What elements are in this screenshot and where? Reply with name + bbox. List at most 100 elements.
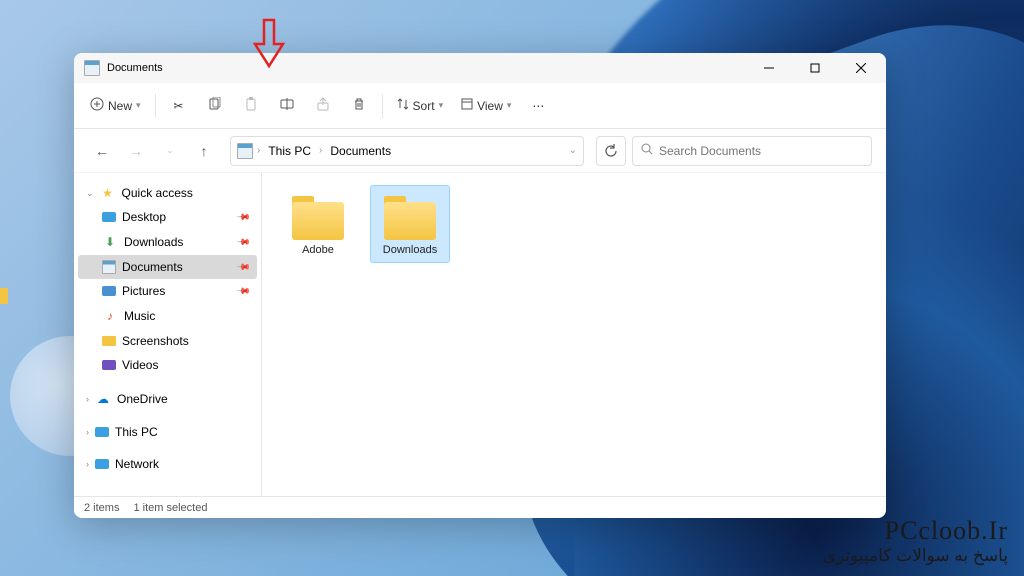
watermark-tagline: پاسخ به سوالات کامپیوتری xyxy=(823,546,1008,566)
folder-item[interactable]: Adobe xyxy=(278,185,358,263)
view-icon xyxy=(461,98,473,113)
navbar: ← → ⌄ ↑ › This PC › Documents ⌄ xyxy=(74,129,886,173)
cut-button[interactable]: ✂ xyxy=(162,90,196,122)
more-button[interactable]: ⋯ xyxy=(521,90,555,122)
delete-button[interactable] xyxy=(342,90,376,122)
plus-icon xyxy=(90,97,104,114)
sort-icon xyxy=(397,98,409,113)
search-input[interactable] xyxy=(659,144,863,158)
sidebar-label: Music xyxy=(124,309,155,323)
document-icon xyxy=(102,260,116,274)
sidebar-label: Documents xyxy=(122,260,183,274)
paste-button xyxy=(234,90,268,122)
desktop-icon xyxy=(102,212,116,222)
view-label: View xyxy=(477,99,503,113)
sidebar-item-desktop[interactable]: Desktop 📌 xyxy=(78,205,257,229)
sort-label: Sort xyxy=(413,99,435,113)
sidebar-item-documents[interactable]: Documents 📌 xyxy=(78,255,257,279)
onedrive-label: OneDrive xyxy=(117,392,168,406)
folder-icon xyxy=(382,192,438,240)
chevron-right-icon: › xyxy=(86,459,89,469)
content-pane[interactable]: Adobe Downloads xyxy=(262,173,886,496)
computer-icon xyxy=(95,427,109,437)
taskbar-hint-icon xyxy=(0,288,8,304)
sidebar-item-downloads[interactable]: ⬇ Downloads 📌 xyxy=(78,229,257,255)
chevron-right-icon: › xyxy=(86,427,89,437)
new-label: New xyxy=(108,99,132,113)
titlebar: Documents xyxy=(74,53,886,83)
music-icon: ♪ xyxy=(102,308,118,324)
quick-access-label: Quick access xyxy=(122,186,193,200)
pin-icon: 📌 xyxy=(236,283,252,299)
chevron-down-icon[interactable]: ⌄ xyxy=(569,145,577,156)
folder-item[interactable]: Downloads xyxy=(370,185,450,263)
watermark: PCcloob.Ir پاسخ به سوالات کامپیوتری xyxy=(823,516,1008,566)
share-button xyxy=(306,90,340,122)
search-box[interactable] xyxy=(632,136,872,166)
network-icon xyxy=(95,459,109,469)
up-button[interactable]: ↑ xyxy=(190,137,218,165)
sidebar-quick-access[interactable]: ⌄ ★ Quick access xyxy=(78,181,257,205)
copy-button[interactable] xyxy=(198,90,232,122)
sidebar-item-pictures[interactable]: Pictures 📌 xyxy=(78,279,257,303)
forward-button: → xyxy=(122,137,150,165)
breadcrumb-documents[interactable]: Documents xyxy=(326,142,395,160)
sidebar-item-screenshots[interactable]: Screenshots xyxy=(78,329,257,353)
chevron-right-icon: › xyxy=(257,145,260,156)
pin-icon: 📌 xyxy=(236,209,252,225)
star-icon: ★ xyxy=(100,185,116,201)
copy-icon xyxy=(208,97,222,114)
chevron-down-icon: ▾ xyxy=(439,100,444,111)
ellipsis-icon: ⋯ xyxy=(532,99,544,113)
minimize-button[interactable] xyxy=(746,53,792,83)
new-button[interactable]: New ▾ xyxy=(82,90,149,122)
location-icon xyxy=(237,143,253,159)
window-title: Documents xyxy=(107,62,746,74)
refresh-button[interactable] xyxy=(596,136,626,166)
sidebar-item-videos[interactable]: Videos xyxy=(78,353,257,377)
sidebar-onedrive[interactable]: › ☁ OneDrive xyxy=(78,387,257,411)
network-label: Network xyxy=(115,457,159,471)
chevron-down-icon: ▾ xyxy=(136,100,141,111)
sidebar-this-pc[interactable]: › This PC xyxy=(78,421,257,443)
sidebar-label: Downloads xyxy=(124,235,183,249)
folder-name: Adobe xyxy=(302,244,334,256)
trash-icon xyxy=(352,97,366,114)
folder-icon xyxy=(102,336,116,346)
close-button[interactable] xyxy=(838,53,884,83)
file-explorer-window: Documents New ▾ ✂ Sort ▾ View ▾ ⋯ ← xyxy=(74,53,886,518)
address-bar[interactable]: › This PC › Documents ⌄ xyxy=(230,136,584,166)
this-pc-label: This PC xyxy=(115,425,158,439)
statusbar: 2 items 1 item selected xyxy=(74,496,886,518)
back-button[interactable]: ← xyxy=(88,137,116,165)
rename-button[interactable] xyxy=(270,90,304,122)
sort-button[interactable]: Sort ▾ xyxy=(389,90,452,122)
sidebar: ⌄ ★ Quick access Desktop 📌 ⬇ Downloads 📌… xyxy=(74,173,262,496)
cloud-icon: ☁ xyxy=(95,391,111,407)
body: ⌄ ★ Quick access Desktop 📌 ⬇ Downloads 📌… xyxy=(74,173,886,496)
sidebar-label: Desktop xyxy=(122,210,166,224)
pin-icon: 📌 xyxy=(236,259,252,275)
rename-icon xyxy=(280,97,294,114)
view-button[interactable]: View ▾ xyxy=(453,90,519,122)
clipboard-icon xyxy=(244,97,258,114)
toolbar: New ▾ ✂ Sort ▾ View ▾ ⋯ xyxy=(74,83,886,129)
sidebar-item-music[interactable]: ♪ Music xyxy=(78,303,257,329)
share-icon xyxy=(316,97,330,114)
maximize-button[interactable] xyxy=(792,53,838,83)
recent-dropdown[interactable]: ⌄ xyxy=(156,137,184,165)
download-icon: ⬇ xyxy=(102,234,118,250)
sidebar-label: Videos xyxy=(122,358,158,372)
items-count: 2 items xyxy=(84,502,119,514)
search-icon xyxy=(641,143,653,158)
chevron-right-icon: › xyxy=(86,394,89,404)
pin-icon: 📌 xyxy=(236,234,252,250)
videos-icon xyxy=(102,360,116,370)
folder-name: Downloads xyxy=(383,244,437,256)
breadcrumb-this-pc[interactable]: This PC xyxy=(264,142,315,160)
pictures-icon xyxy=(102,286,116,296)
chevron-right-icon: › xyxy=(319,145,322,156)
documents-app-icon xyxy=(84,60,100,76)
folder-icon xyxy=(290,192,346,240)
sidebar-network[interactable]: › Network xyxy=(78,453,257,475)
